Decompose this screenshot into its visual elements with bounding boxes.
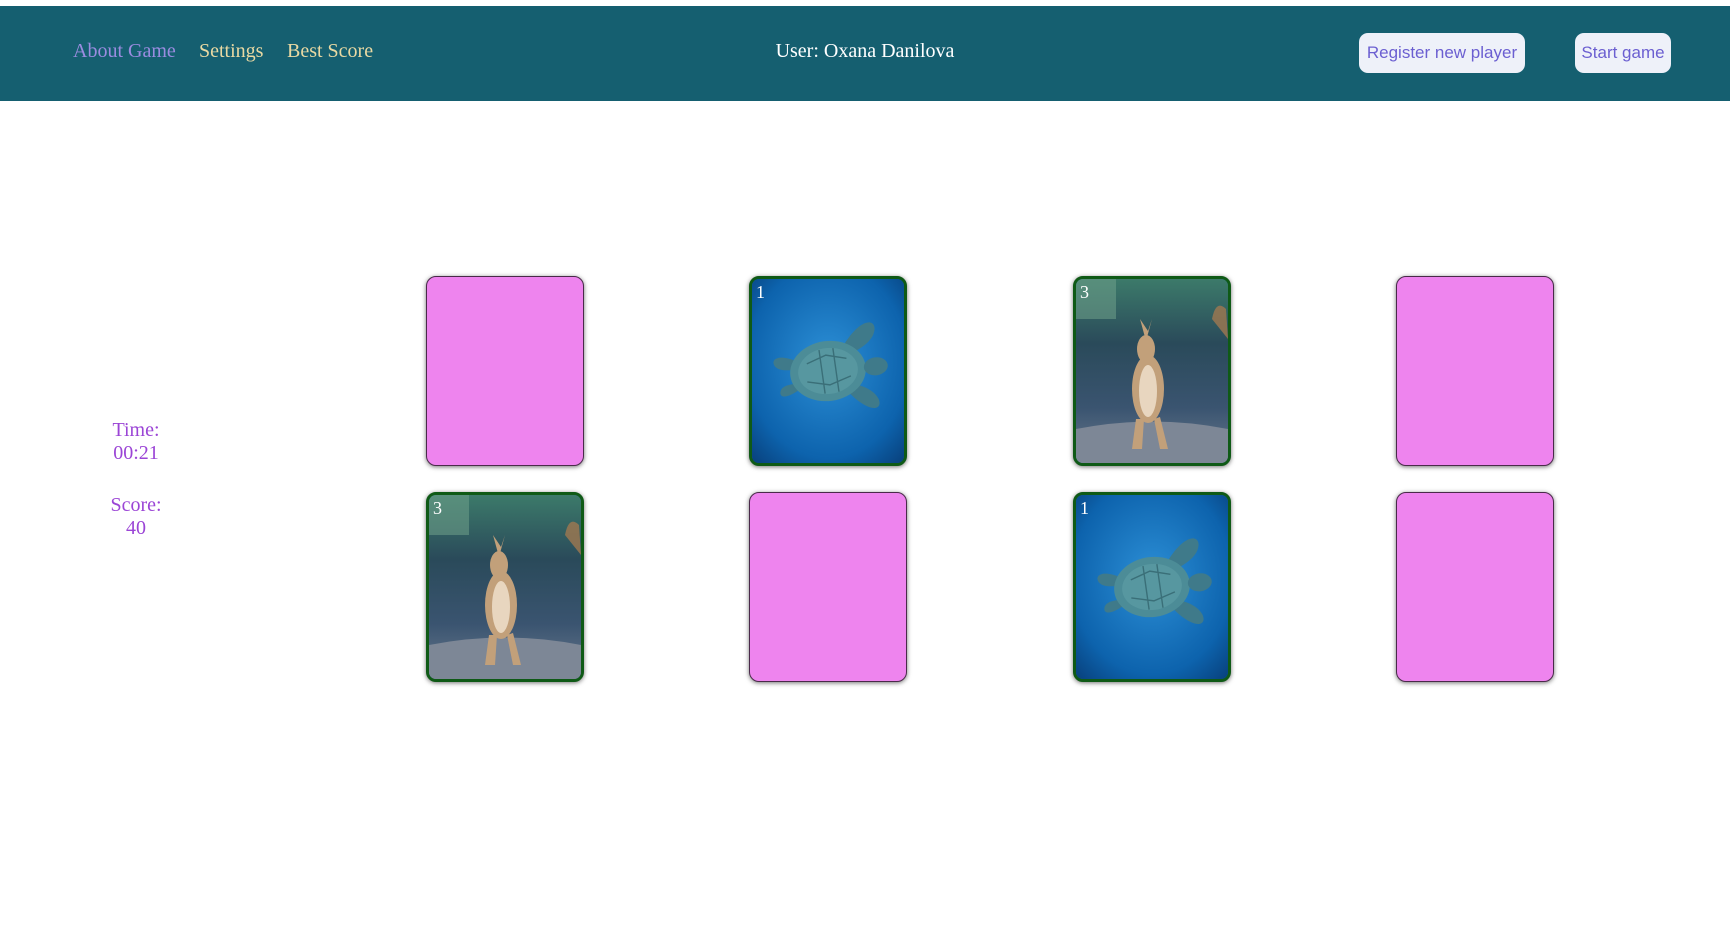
time-label: Time: xyxy=(112,419,160,441)
memory-card-2[interactable]: 1 xyxy=(749,276,907,466)
time-value: 00:21 xyxy=(113,442,159,464)
start-game-button[interactable]: Start game xyxy=(1575,33,1671,73)
score-value: 40 xyxy=(126,517,146,539)
turtle-image xyxy=(1076,495,1228,679)
score-label: Score: xyxy=(110,494,162,516)
kangaroo-image xyxy=(429,495,581,679)
nav-settings[interactable]: Settings xyxy=(199,40,263,63)
memory-card-6[interactable] xyxy=(749,492,907,682)
memory-card-1[interactable] xyxy=(426,276,584,466)
memory-card-8[interactable] xyxy=(1396,492,1554,682)
nav-about-game[interactable]: About Game xyxy=(73,40,176,63)
nav-best-score[interactable]: Best Score xyxy=(287,40,373,63)
kangaroo-image xyxy=(1076,279,1228,463)
memory-card-3[interactable]: 3 xyxy=(1073,276,1231,466)
timer: Time: 00:21 xyxy=(86,419,186,465)
score: Score: 40 xyxy=(86,494,186,540)
register-player-button[interactable]: Register new player xyxy=(1359,33,1525,73)
turtle-image xyxy=(752,279,904,463)
memory-card-4[interactable] xyxy=(1396,276,1554,466)
memory-card-5[interactable]: 3 xyxy=(426,492,584,682)
memory-card-7[interactable]: 1 xyxy=(1073,492,1231,682)
header-bar: About Game Settings Best Score User: Oxa… xyxy=(0,6,1730,101)
